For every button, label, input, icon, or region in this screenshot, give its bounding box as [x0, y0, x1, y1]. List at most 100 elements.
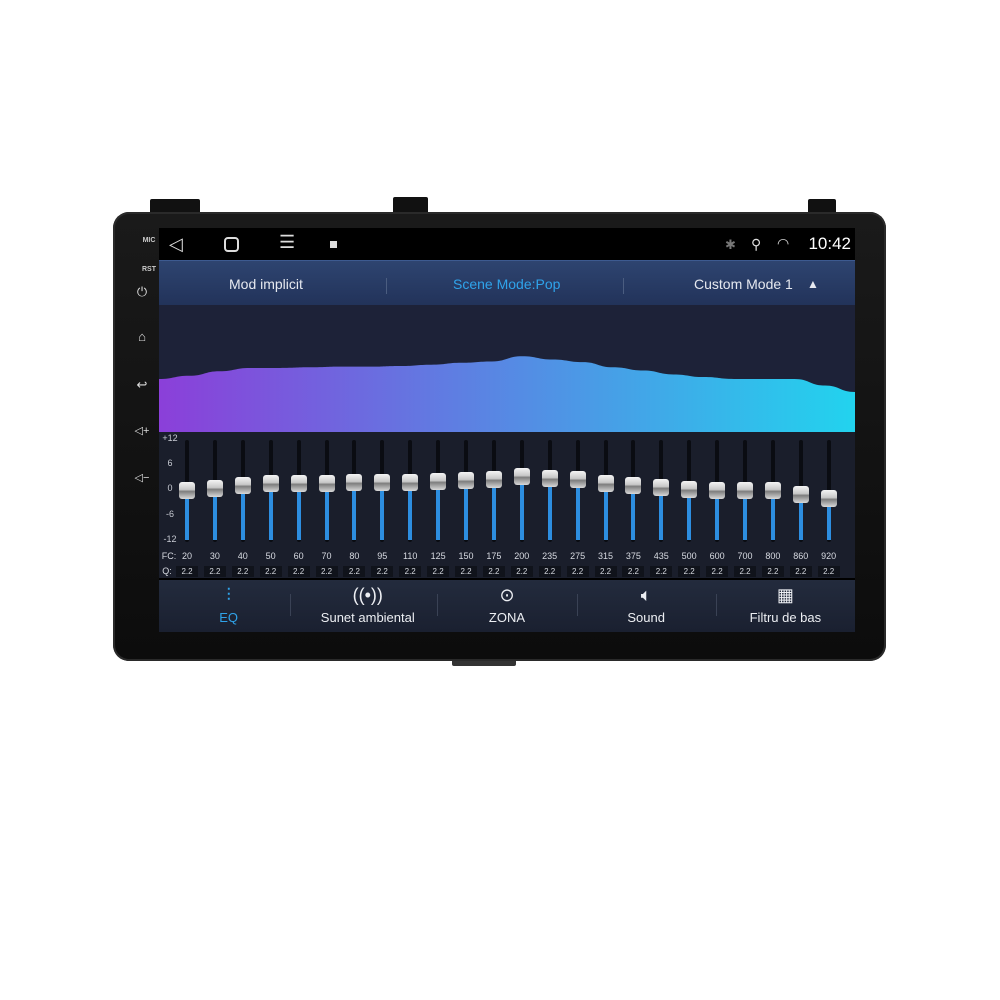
divider	[715, 594, 717, 616]
fc-value: 40	[237, 551, 248, 561]
divider	[437, 594, 439, 616]
fc-value: 600	[709, 551, 725, 561]
slider-fill	[464, 479, 468, 540]
screenshot-icon[interactable]	[330, 241, 337, 248]
slider-knob[interactable]	[541, 469, 558, 487]
q-value: 2.2	[817, 566, 840, 577]
nav-back-icon[interactable]: ◁	[169, 234, 183, 255]
q-value: 2.2	[287, 566, 310, 577]
q-value: 2.2	[371, 566, 394, 577]
q-value: 2.2	[734, 566, 756, 577]
slider-knob[interactable]	[820, 490, 837, 508]
slider-knob[interactable]	[764, 482, 781, 499]
q-value: 2.2	[510, 566, 533, 577]
back-icon[interactable]: ↩	[130, 377, 154, 393]
tab-filtru-de-bas[interactable]: ▦ Filtru de bas	[716, 580, 855, 632]
screen: ◁ ☰ ✱ ⚲ ◠ 10:42 Mod implicit Scene Mode:…	[159, 228, 855, 632]
fc-value: 50	[265, 551, 276, 561]
wifi-icon: ◠	[777, 235, 790, 251]
slider-knob[interactable]	[179, 482, 195, 499]
q-value: 2.2	[678, 566, 701, 577]
slider-knob[interactable]	[234, 477, 251, 495]
q-value: 2.2	[176, 566, 198, 577]
tab-label: EQ	[219, 610, 238, 625]
tab-label: Sound	[627, 610, 665, 625]
q-value: 2.2	[343, 566, 366, 577]
slider-knob[interactable]	[402, 473, 419, 491]
q-value: 2.2	[622, 566, 645, 577]
bass-filter-icon: ▦	[776, 585, 794, 605]
fc-value: 60	[293, 551, 304, 561]
slider-knob[interactable]	[290, 475, 307, 493]
scale-label: -6	[165, 508, 174, 519]
eq-curve	[159, 305, 855, 432]
eq-curve-graph	[159, 356, 855, 432]
q-value: 2.2	[482, 566, 505, 577]
slider-knob[interactable]	[262, 475, 279, 493]
slider-fill	[491, 478, 496, 540]
speaker-icon: 🔈︎	[640, 585, 652, 605]
nav-menu-icon[interactable]: ☰	[279, 232, 295, 253]
tab-zona[interactable]: ⊙ ZONA	[437, 580, 576, 632]
rst-label: RST	[142, 266, 156, 273]
zone-target-icon: ⊙	[499, 585, 515, 605]
slider-knob[interactable]	[458, 471, 474, 489]
slider-knob[interactable]	[346, 474, 363, 492]
q-value: 2.2	[706, 566, 729, 577]
fc-value: 30	[209, 551, 220, 561]
tab-eq[interactable]: ⫶ EQ	[159, 580, 298, 632]
slider-knob[interactable]	[485, 470, 502, 488]
slider-fill	[575, 479, 580, 540]
tab-sound[interactable]: 🔈︎ Sound	[577, 580, 716, 632]
slider-knob[interactable]	[569, 471, 586, 489]
expand-triangle-icon[interactable]: ▲	[807, 277, 819, 291]
slider-knob[interactable]	[653, 479, 670, 497]
power-icon[interactable]: ⏻	[130, 284, 154, 300]
fc-value: 800	[765, 551, 781, 561]
q-value: 2.2	[259, 566, 282, 577]
equalizer-panel: FC: Q: +12 6 0 -6 -12 20 2.2 30 2.2 40 2.2 50 2.2 60 2…	[159, 432, 855, 578]
tab-sunet-ambiental[interactable]: ((•)) Sunet ambiental	[298, 580, 437, 632]
fc-value: 70	[321, 551, 332, 561]
slider-knob[interactable]	[597, 474, 614, 492]
slider-knob[interactable]	[430, 472, 447, 490]
status-bar: ◁ ☰ ✱ ⚲ ◠ 10:42	[159, 228, 855, 260]
equalizer-icon: ⫶	[226, 585, 231, 605]
q-value: 2.2	[594, 566, 617, 577]
divider	[290, 594, 292, 616]
scale-label: 6	[167, 458, 173, 469]
nav-home-icon[interactable]	[224, 237, 239, 252]
volume-up-icon[interactable]: ◁+	[130, 424, 154, 437]
q-value: 2.2	[315, 566, 338, 577]
scale-label: -12	[163, 533, 177, 544]
slider-fill	[547, 477, 552, 540]
slider-knob[interactable]	[206, 479, 223, 497]
q-value: 2.2	[231, 566, 254, 577]
fc-value: 125	[430, 551, 446, 561]
fc-value: 150	[458, 551, 474, 561]
volume-down-icon[interactable]: ◁−	[130, 471, 154, 484]
divider	[576, 594, 578, 616]
slider-knob[interactable]	[625, 476, 642, 494]
custom-mode-button[interactable]: Custom Mode 1	[694, 276, 793, 292]
eq-curve-fill	[159, 356, 855, 432]
slider-knob[interactable]	[709, 482, 726, 499]
fc-value: 435	[653, 551, 669, 561]
q-value: 2.2	[203, 566, 226, 577]
slider-knob[interactable]	[374, 474, 391, 492]
slider-knob[interactable]	[513, 467, 530, 485]
default-mode-button[interactable]: Mod implicit	[229, 276, 303, 292]
q-value: 2.2	[455, 566, 477, 577]
slider-knob[interactable]	[737, 482, 753, 499]
q-value: 2.2	[538, 566, 561, 577]
tab-label: Sunet ambiental	[320, 610, 415, 625]
slider-knob[interactable]	[318, 474, 335, 492]
fc-value: 235	[542, 551, 558, 561]
q-value: 2.2	[761, 566, 784, 577]
home-icon[interactable]: ⌂	[130, 329, 154, 344]
slider-knob[interactable]	[792, 486, 809, 504]
fc-value: 315	[597, 551, 614, 561]
scene-mode-button[interactable]: Scene Mode:Pop	[453, 276, 560, 292]
slider-fill	[519, 475, 524, 540]
slider-knob[interactable]	[681, 480, 698, 498]
